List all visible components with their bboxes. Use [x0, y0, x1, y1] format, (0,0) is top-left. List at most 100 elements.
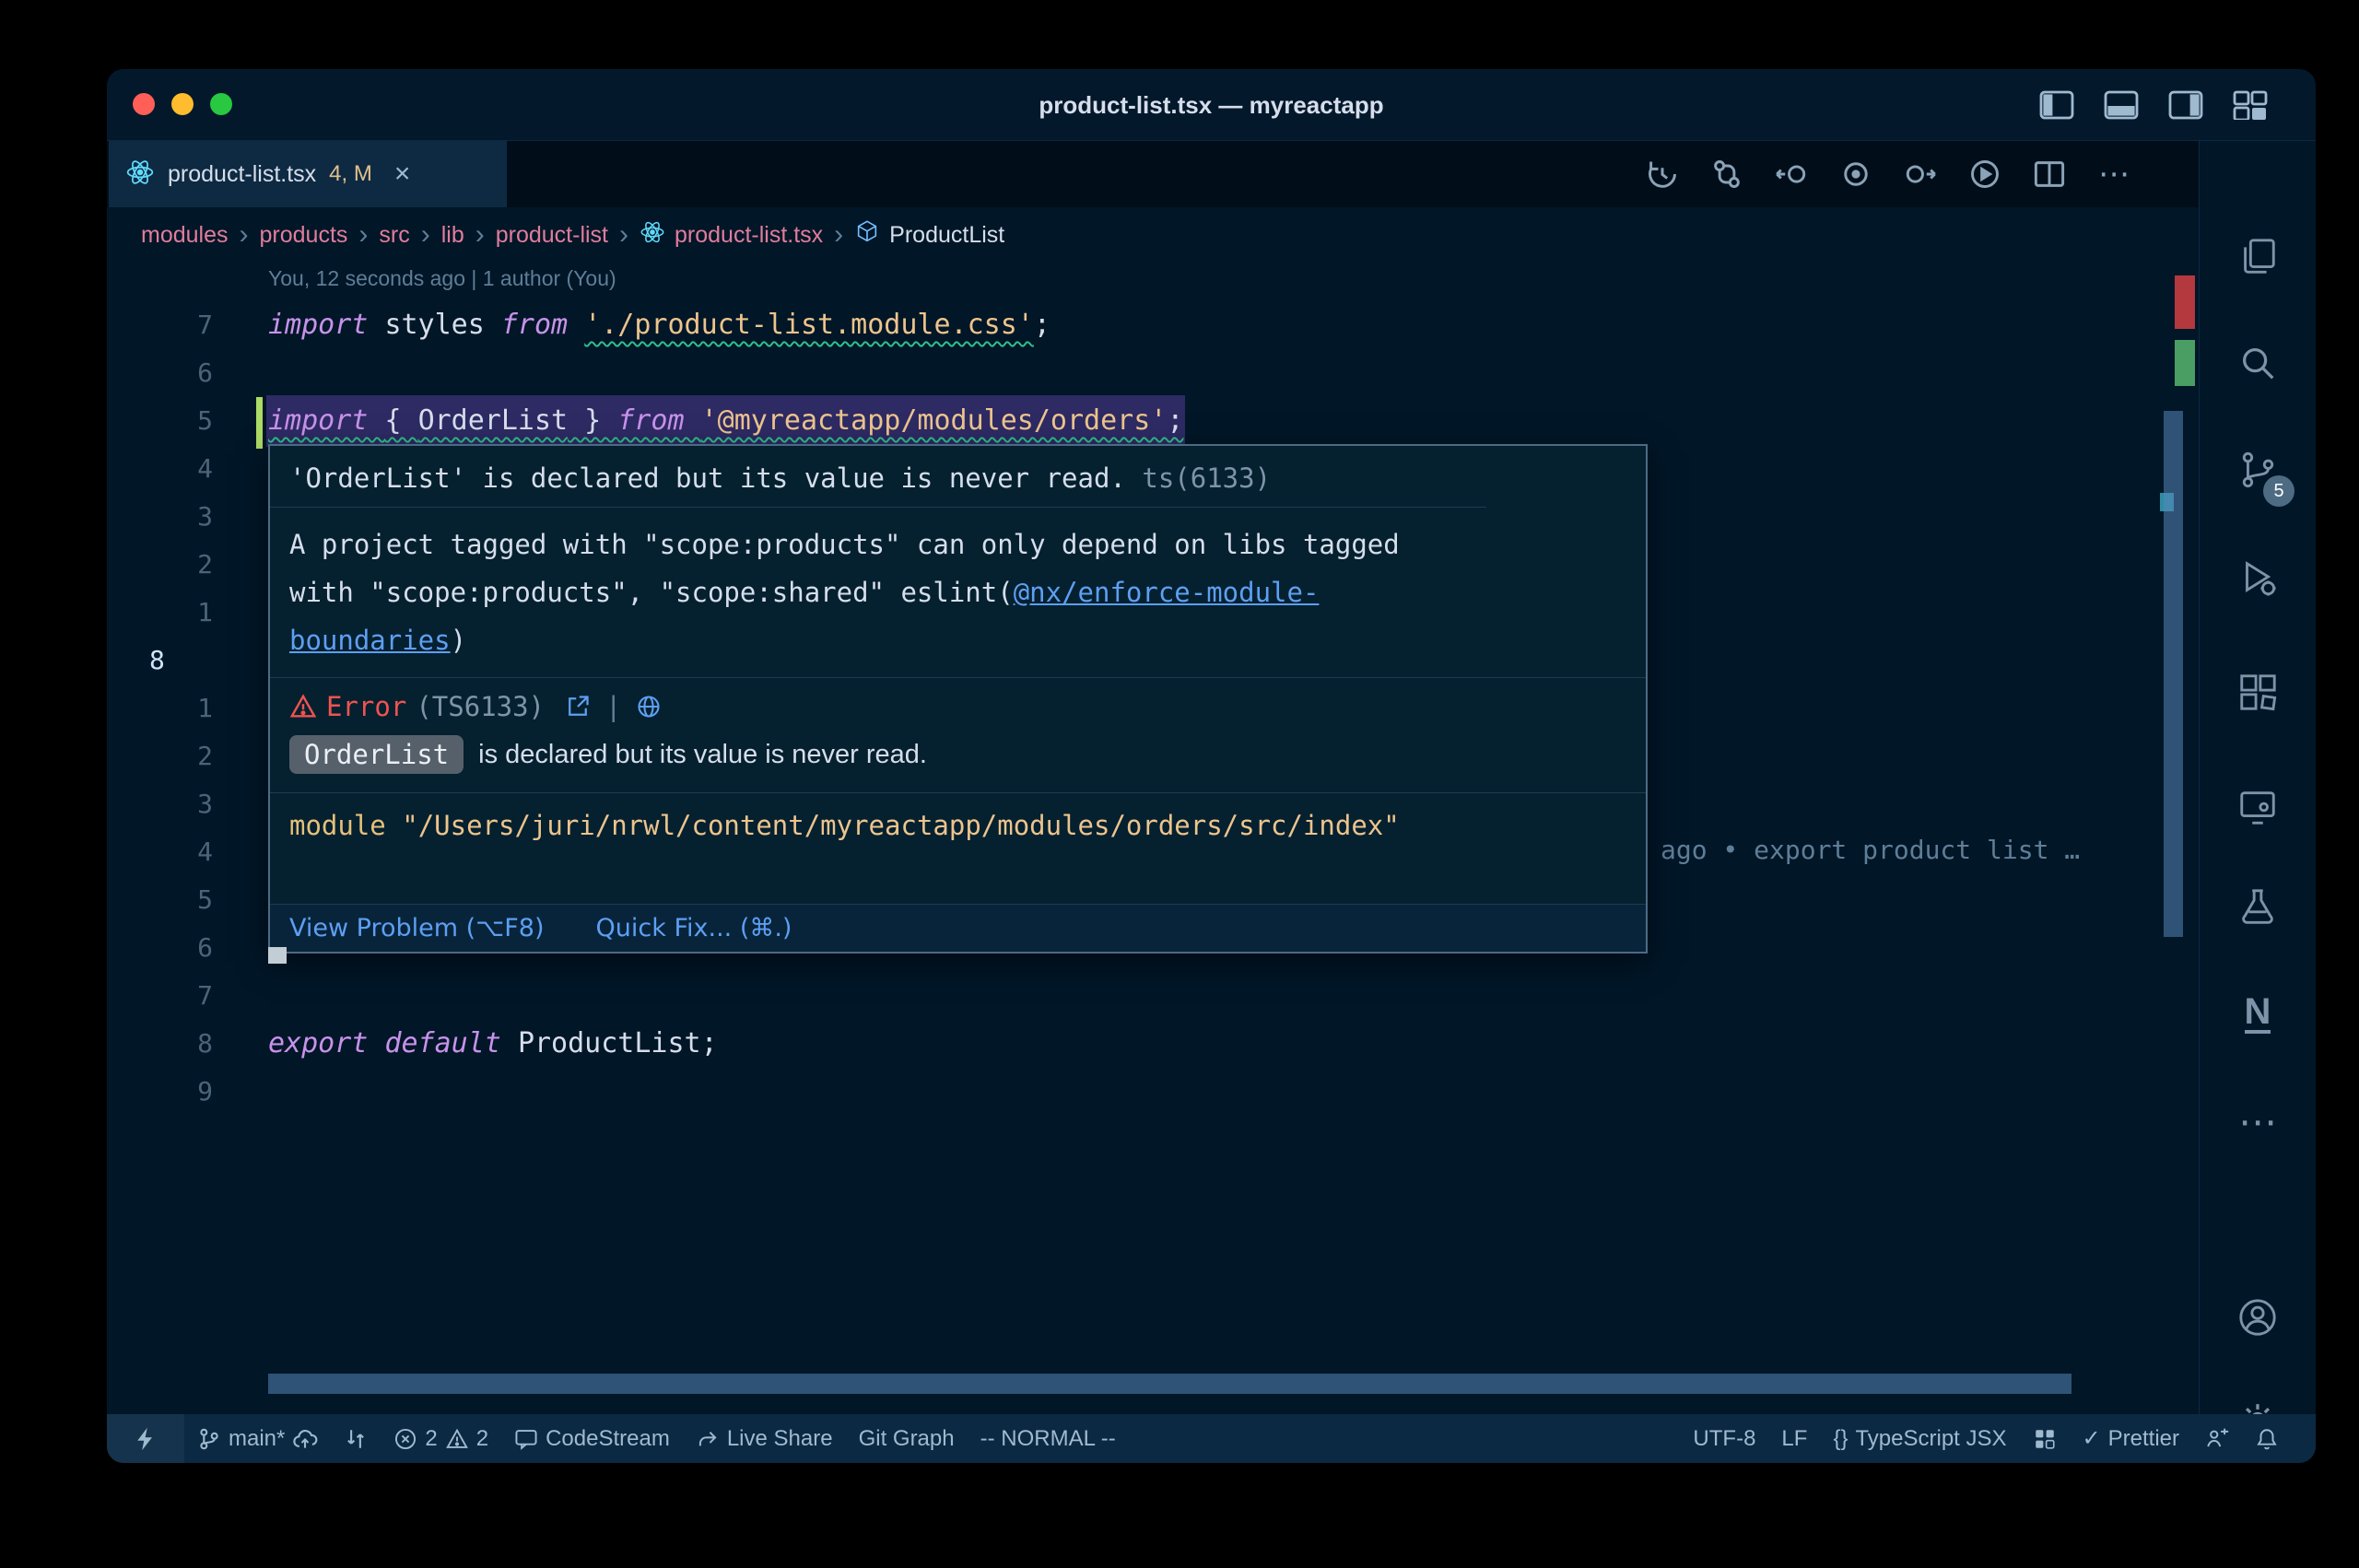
timeline-history-icon[interactable] — [1644, 156, 1681, 193]
symbol-cube-icon — [854, 219, 880, 252]
code-line[interactable]: import styles from './product-list.modul… — [268, 301, 2162, 349]
breadcrumb-item-file[interactable]: product-list.tsx — [675, 222, 823, 249]
account-icon[interactable] — [2228, 1288, 2287, 1347]
inline-blame-ghost-text: ago • export product list … — [1661, 826, 2163, 874]
remote-explorer-icon[interactable] — [2228, 778, 2287, 837]
toggle-panel-bottom-icon[interactable] — [2102, 86, 2141, 124]
run-debug-icon[interactable] — [2228, 548, 2287, 607]
titlebar: product-list.tsx — myreactapp — [107, 69, 2316, 141]
error-label: Error — [326, 691, 406, 722]
compare-refs-icon — [344, 1427, 368, 1451]
vim-mode-status[interactable]: -- NORMAL -- — [968, 1414, 1129, 1463]
git-graph-status[interactable]: Git Graph — [846, 1414, 968, 1463]
customize-layout-icon[interactable] — [2231, 86, 2270, 124]
tooltip-resize-grip[interactable] — [268, 947, 287, 964]
react-icon — [125, 158, 155, 192]
nx-console-icon[interactable]: N — [2228, 984, 2287, 1043]
language-mode-status[interactable]: {} TypeScript JSX — [1820, 1414, 2019, 1463]
quick-fix-link[interactable]: Quick Fix... (⌘.) — [596, 914, 792, 942]
encoding-status[interactable]: UTF-8 — [1680, 1414, 1768, 1463]
vscode-window: product-list.tsx — myreactapp — [107, 69, 2316, 1463]
scm-badge: 5 — [2263, 475, 2294, 507]
code-line[interactable] — [268, 972, 2162, 1020]
live-share-icon — [696, 1427, 720, 1451]
chevron-right-icon: › — [419, 219, 432, 251]
toggle-sidebar-left-icon[interactable] — [2037, 86, 2076, 124]
search-icon[interactable] — [2228, 333, 2287, 392]
module-path-row: module "/Users/juri/nrwl/content/myreact… — [270, 792, 1646, 858]
more-views-icon[interactable]: ⋯ — [2228, 1092, 2287, 1151]
code-line[interactable]: import { OrderList } from '@myreactapp/m… — [268, 397, 2162, 445]
vertical-scrollbar[interactable] — [2164, 411, 2183, 937]
brackets-icon: {} — [1833, 1426, 1848, 1452]
chevron-right-icon: › — [357, 219, 370, 251]
git-branch-status[interactable]: main* — [184, 1414, 331, 1463]
comment-bubble-icon — [514, 1427, 538, 1451]
extensions-icon[interactable] — [2228, 662, 2287, 721]
eslint-message: A project tagged with "scope:products" c… — [270, 507, 1486, 677]
chevron-right-icon: › — [617, 219, 630, 251]
compare-changes-icon[interactable] — [1708, 156, 1745, 193]
open-changes-icon[interactable] — [1837, 156, 1874, 193]
toggle-sidebar-right-icon[interactable] — [2166, 86, 2205, 124]
extension-status-icon[interactable] — [2020, 1414, 2070, 1463]
testing-beaker-icon[interactable] — [2228, 877, 2287, 936]
chevron-right-icon: › — [474, 219, 487, 251]
window-title: product-list.tsx — myreactapp — [107, 69, 2316, 141]
tab-modified-badge: 4, M — [329, 161, 372, 187]
tab-product-list[interactable]: product-list.tsx 4, M × — [109, 141, 507, 207]
ts-error-code: ts(6133) — [1142, 462, 1271, 494]
close-icon[interactable]: × — [394, 158, 411, 190]
eol-status[interactable]: LF — [1768, 1414, 1820, 1463]
separator: | — [600, 691, 627, 722]
hover-tooltip: 'OrderList' is declared but its value is… — [268, 444, 1648, 954]
overview-error-mark — [2175, 275, 2195, 329]
git-added-gutter-mark — [256, 397, 263, 449]
code-line[interactable] — [268, 349, 2162, 397]
cloud-upload-icon — [292, 1426, 318, 1452]
codelens-blame[interactable]: You, 12 seconds ago | 1 author (You) — [268, 266, 616, 291]
activity-bar: 5 N ⋯ 1 — [2199, 141, 2316, 1414]
status-bar: main* 2 2 — [107, 1414, 2316, 1463]
gitlens-compare-status[interactable] — [331, 1414, 381, 1463]
git-branch-icon — [197, 1427, 221, 1451]
error-code: (TS6133) — [416, 691, 545, 722]
overview-added-mark — [2175, 340, 2195, 386]
problems-status[interactable]: 2 2 — [381, 1414, 501, 1463]
breadcrumb-item-modules[interactable]: modules — [141, 222, 229, 249]
tab-label: product-list.tsx — [168, 161, 316, 188]
source-control-icon[interactable]: 5 — [2228, 440, 2287, 499]
feedback-icon[interactable] — [2192, 1414, 2242, 1463]
breadcrumb-item-product-list[interactable]: product-list — [496, 222, 608, 249]
prev-change-icon[interactable] — [1773, 156, 1810, 193]
symbol-chip: OrderList — [289, 735, 464, 774]
code-line[interactable] — [268, 1068, 2162, 1116]
error-severity-row: Error (TS6133) | — [270, 678, 1646, 726]
globe-icon[interactable] — [636, 694, 662, 720]
view-problem-link[interactable]: View Problem (⌥F8) — [289, 914, 545, 942]
warning-icon — [445, 1427, 469, 1451]
code-line[interactable]: export default ProductList; — [268, 1020, 2162, 1068]
breadcrumb-item-lib[interactable]: lib — [441, 222, 464, 249]
editor-toolbar: ⋯ — [1644, 141, 2132, 207]
remote-indicator[interactable] — [107, 1414, 184, 1463]
codestream-status[interactable]: CodeStream — [501, 1414, 683, 1463]
react-icon — [640, 219, 665, 252]
horizontal-scrollbar[interactable] — [268, 1374, 2071, 1394]
run-file-icon[interactable] — [1966, 156, 2003, 193]
live-share-status[interactable]: Live Share — [683, 1414, 846, 1463]
more-actions-icon[interactable]: ⋯ — [2095, 156, 2132, 193]
check-icon: ✓ — [2083, 1425, 2101, 1452]
open-external-icon[interactable] — [565, 694, 591, 720]
breadcrumb-item-symbol[interactable]: ProductList — [889, 222, 1004, 249]
split-editor-icon[interactable] — [2031, 156, 2068, 193]
explorer-icon[interactable] — [2228, 227, 2287, 286]
ts-error-line: 'OrderList' is declared but its value is… — [270, 446, 1646, 507]
breadcrumb-item-products[interactable]: products — [260, 222, 348, 249]
error-icon — [393, 1427, 417, 1451]
notifications-bell-icon[interactable] — [2242, 1414, 2292, 1463]
next-change-icon[interactable] — [1902, 156, 1939, 193]
editor: You, 12 seconds ago | 1 author (You) 765… — [107, 263, 2199, 1414]
prettier-status[interactable]: ✓ Prettier — [2070, 1414, 2192, 1463]
breadcrumb-item-src[interactable]: src — [379, 222, 409, 249]
